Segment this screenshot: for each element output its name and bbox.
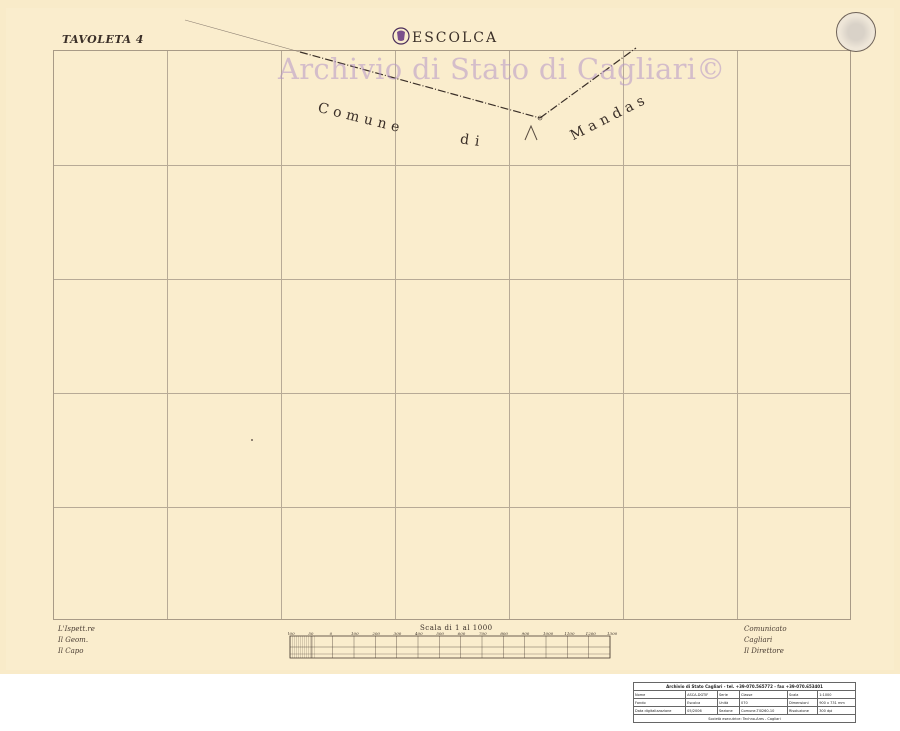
scale-tick-label: 0 — [330, 631, 333, 636]
scale-tick-label: 300 — [394, 631, 402, 636]
scale-tick-label: 700 — [479, 631, 487, 636]
cell: Sezione — [716, 706, 741, 715]
signature-right: Comunicato Cagliari Il Direttore — [744, 625, 787, 655]
scale-tick-label: 1200 — [586, 631, 597, 636]
archive-info-table: Archivio di Stato Cagliari - tel. +39-07… — [632, 682, 856, 723]
archive-info-header: Archivio di Stato Cagliari - tel. +39-07… — [633, 682, 856, 691]
cell: Fondo — [632, 698, 687, 707]
scale-tick-label: 100 — [351, 631, 359, 636]
scale-tick-label: 100 — [288, 631, 295, 636]
cell: Comune-TI0260-10 — [739, 706, 788, 715]
cell: Scala — [786, 690, 819, 699]
scale-tick-label: 1000 — [543, 631, 554, 636]
archive-watermark: Archivio di Stato di Cagliari© — [278, 52, 726, 86]
cell: 070 — [739, 698, 788, 707]
map-sheet: TAVOLETA 4 ESCOLCA Archivio di Stato di … — [0, 0, 900, 674]
boundary-lines — [184, 19, 637, 441]
scale-tick-label: 1300 — [607, 631, 618, 636]
cell: Unità — [716, 698, 741, 707]
cell: 1:1000 — [817, 690, 856, 699]
scale-tick-label: 1100 — [564, 631, 575, 636]
scale-tick-label: 400 — [414, 631, 423, 636]
scale-tick-label: 200 — [371, 631, 380, 636]
cell: Classe — [739, 690, 788, 699]
cell: Escolca — [685, 698, 718, 707]
cell: Nome — [632, 690, 687, 699]
scale-tick-label: 600 — [458, 631, 466, 636]
cell: 300 dpi — [817, 706, 856, 715]
cell: Risoluzione — [786, 706, 819, 715]
crest-icon — [392, 27, 410, 45]
seal-stamp-icon — [836, 12, 876, 52]
cell: Serie — [716, 690, 741, 699]
cell: Dimensioni — [786, 698, 819, 707]
town-name: ESCOLCA — [412, 30, 499, 46]
scale-bar: 1005001002003004005006007008009001000110… — [288, 631, 618, 659]
label-di: di — [459, 131, 487, 151]
cell: 900 x 731 mm — [817, 698, 856, 707]
signature-left: L'Ispett.re Il Geom. Il Capo — [58, 625, 95, 655]
cell: 05/2006 — [685, 706, 718, 715]
sheet-label: TAVOLETA 4 — [62, 33, 144, 46]
cell: ASCA-DGTIF — [685, 690, 718, 699]
scale-tick-label: 500 — [436, 631, 444, 636]
scale-tick-label: 50 — [308, 631, 314, 636]
cell: Data digitalizzazione — [632, 706, 687, 715]
scale-tick-label: 900 — [522, 631, 530, 636]
scale-tick-label: 800 — [500, 631, 508, 636]
archive-info-footer: Società esecutrice: Techno-Ares - Caglia… — [633, 714, 856, 723]
